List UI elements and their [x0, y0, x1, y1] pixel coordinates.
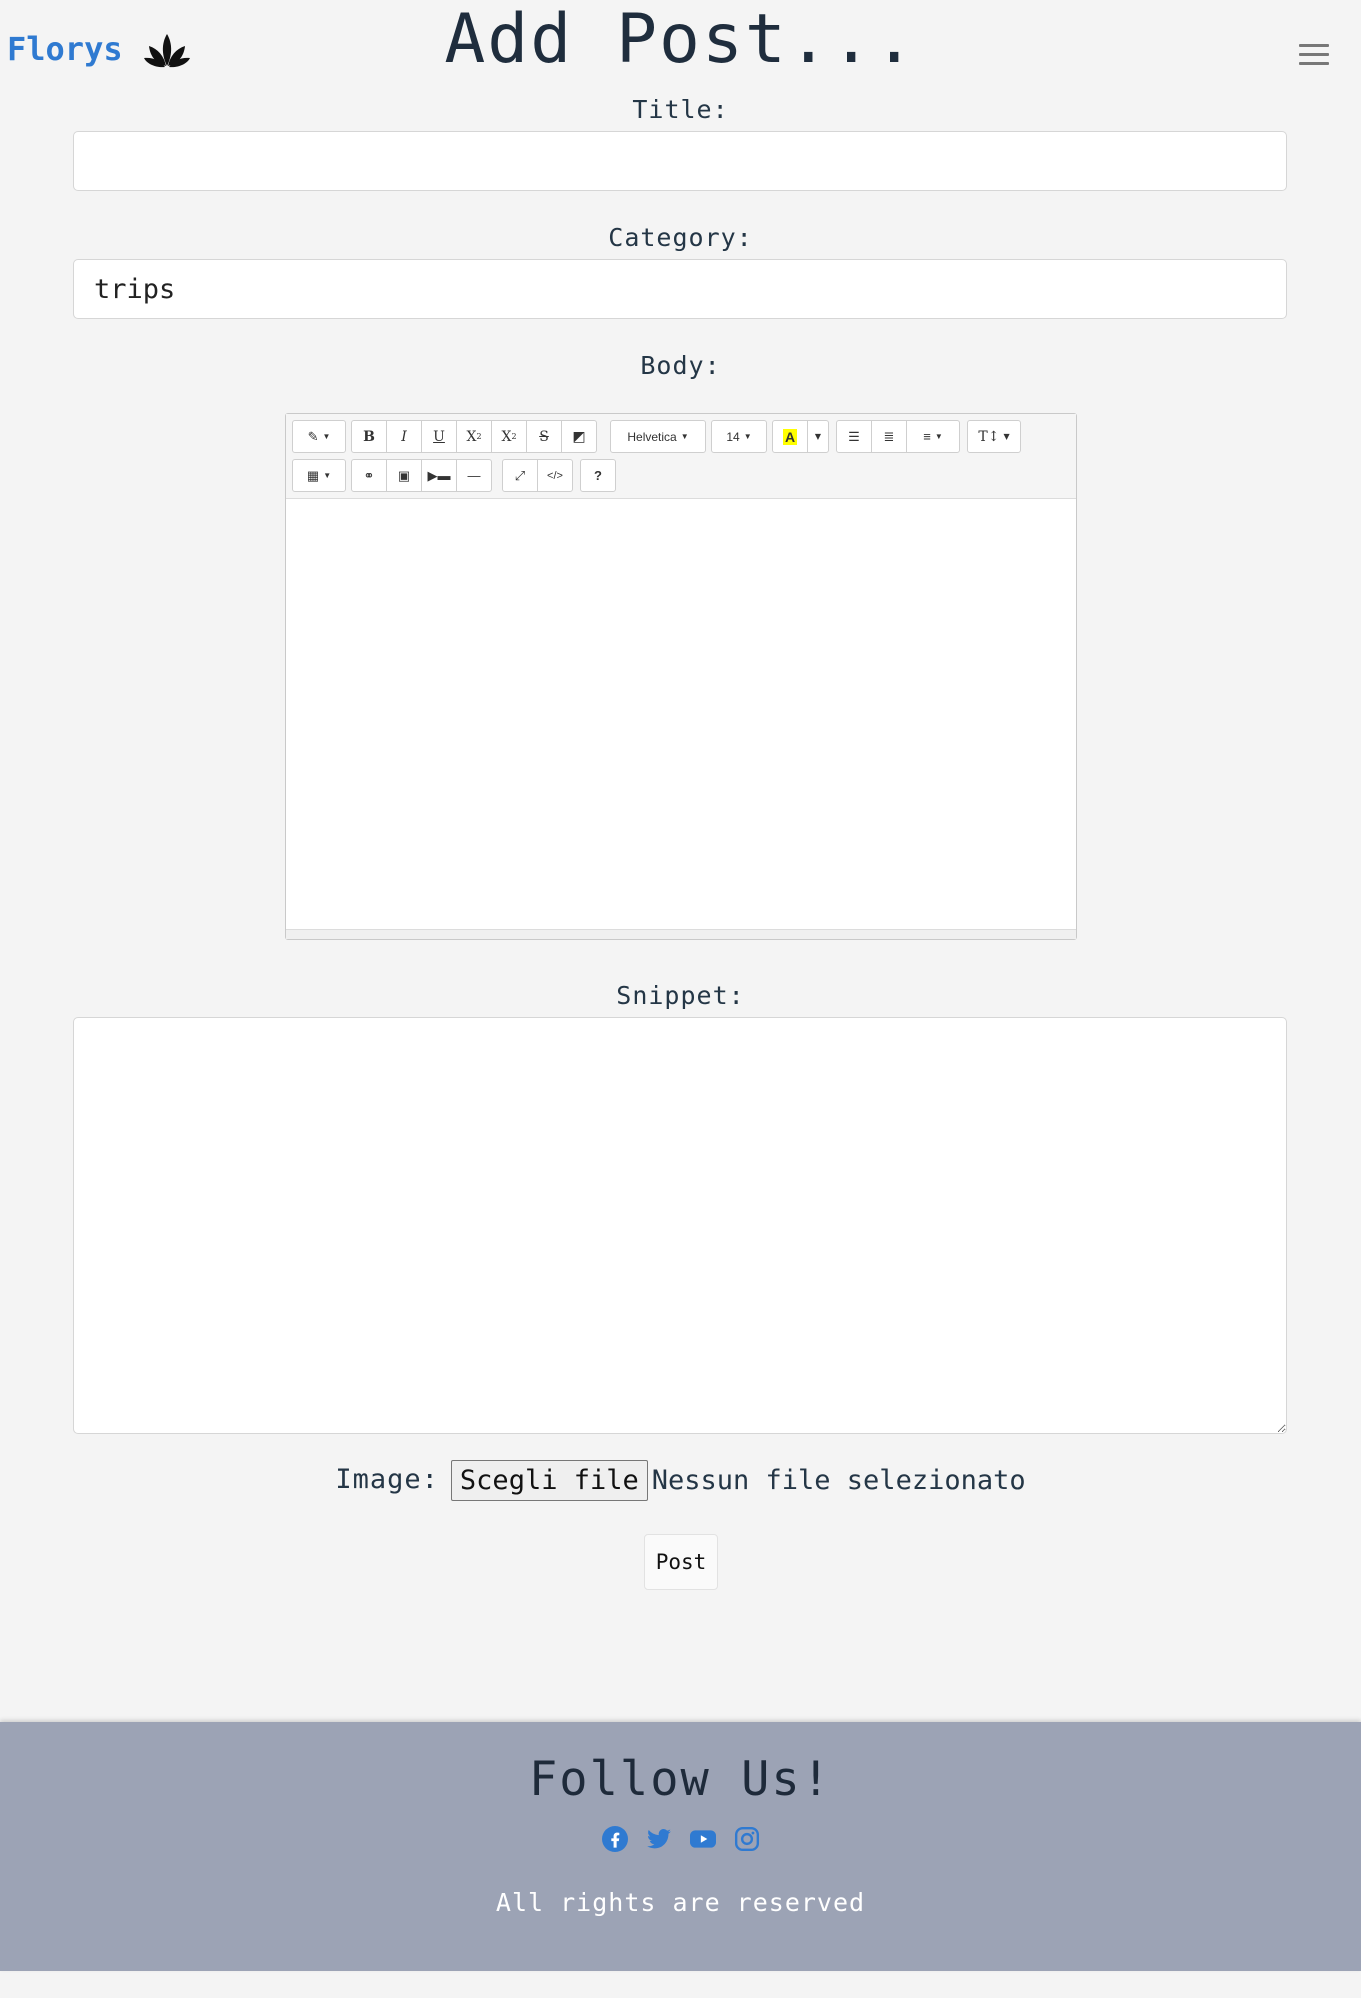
editor-resize-bar[interactable]	[286, 929, 1076, 939]
twitter-icon[interactable]	[646, 1826, 672, 1852]
video-icon[interactable]: ▶▬	[421, 459, 457, 492]
strikethrough-button[interactable]: S	[526, 420, 562, 453]
horizontal-rule-icon[interactable]: —	[456, 459, 492, 492]
editor-body[interactable]	[286, 499, 1076, 930]
subscript-button[interactable]: X2	[491, 420, 527, 453]
unordered-list-icon[interactable]: ☰	[836, 420, 872, 453]
magic-wand-icon[interactable]: ✎ ▼	[292, 420, 346, 453]
post-button[interactable]: Post	[644, 1534, 718, 1590]
category-input[interactable]	[73, 259, 1287, 319]
font-size-value: 14	[726, 429, 740, 444]
title-label: Title:	[632, 95, 729, 124]
code-view-icon[interactable]: </>	[537, 459, 573, 492]
rights-text: All rights are reserved	[495, 1888, 866, 1917]
font-name-value: Helvetica	[627, 429, 677, 444]
page-title: Add Post...	[444, 0, 917, 79]
font-size-dropdown[interactable]: 14 ▼	[711, 420, 767, 453]
choose-file-button[interactable]: Scegli file	[450, 1460, 648, 1501]
social-links	[0, 1826, 1361, 1852]
title-input[interactable]	[73, 131, 1287, 191]
file-status: Nessun file selezionato	[651, 1465, 1026, 1496]
color-dropdown-button[interactable]: ▼	[807, 420, 829, 453]
footer: Follow Us! All rights are reserved	[0, 1722, 1361, 1971]
font-name-dropdown[interactable]: Helvetica ▼	[610, 420, 706, 453]
table-icon[interactable]: ▦ ▼	[292, 459, 346, 492]
facebook-icon[interactable]	[601, 1826, 628, 1852]
instagram-icon[interactable]	[734, 1826, 760, 1852]
editor-toolbar: ✎ ▼ B I U X2 X2 S ◩ Helvetica ▼ 14 ▼ A ▼ ☰ …	[286, 414, 1076, 499]
ordered-list-icon[interactable]: ≣	[871, 420, 907, 453]
superscript-button[interactable]: X2	[456, 420, 492, 453]
snippet-label: Snippet:	[616, 981, 745, 1010]
eraser-icon[interactable]: ◩	[561, 420, 597, 453]
snippet-textarea[interactable]	[73, 1017, 1287, 1434]
rich-text-editor: ✎ ▼ B I U X2 X2 S ◩ Helvetica ▼ 14 ▼ A ▼ ☰ …	[285, 413, 1077, 940]
image-upload-row: Image: Scegli file Nessun file selezionato	[0, 1460, 1361, 1501]
align-icon[interactable]: ≡ ▼	[906, 420, 960, 453]
image-label: Image:	[335, 1464, 439, 1495]
picture-icon[interactable]: ▣	[386, 459, 422, 492]
bold-button[interactable]: B	[351, 420, 387, 453]
fullscreen-icon[interactable]: ⤢	[502, 459, 538, 492]
underline-button[interactable]: U	[421, 420, 457, 453]
category-label: Category:	[608, 223, 753, 252]
footer-title: Follow Us!	[529, 1752, 832, 1807]
link-icon[interactable]: ⚭	[351, 459, 387, 492]
text-color-button[interactable]: A	[772, 420, 808, 453]
help-icon[interactable]: ?	[580, 459, 616, 492]
italic-button[interactable]: I	[386, 420, 422, 453]
youtube-icon[interactable]	[689, 1826, 716, 1852]
line-height-icon[interactable]: T↕ ▼	[967, 420, 1021, 453]
body-label: Body:	[640, 351, 721, 380]
hamburger-menu-icon[interactable]	[1299, 44, 1329, 68]
